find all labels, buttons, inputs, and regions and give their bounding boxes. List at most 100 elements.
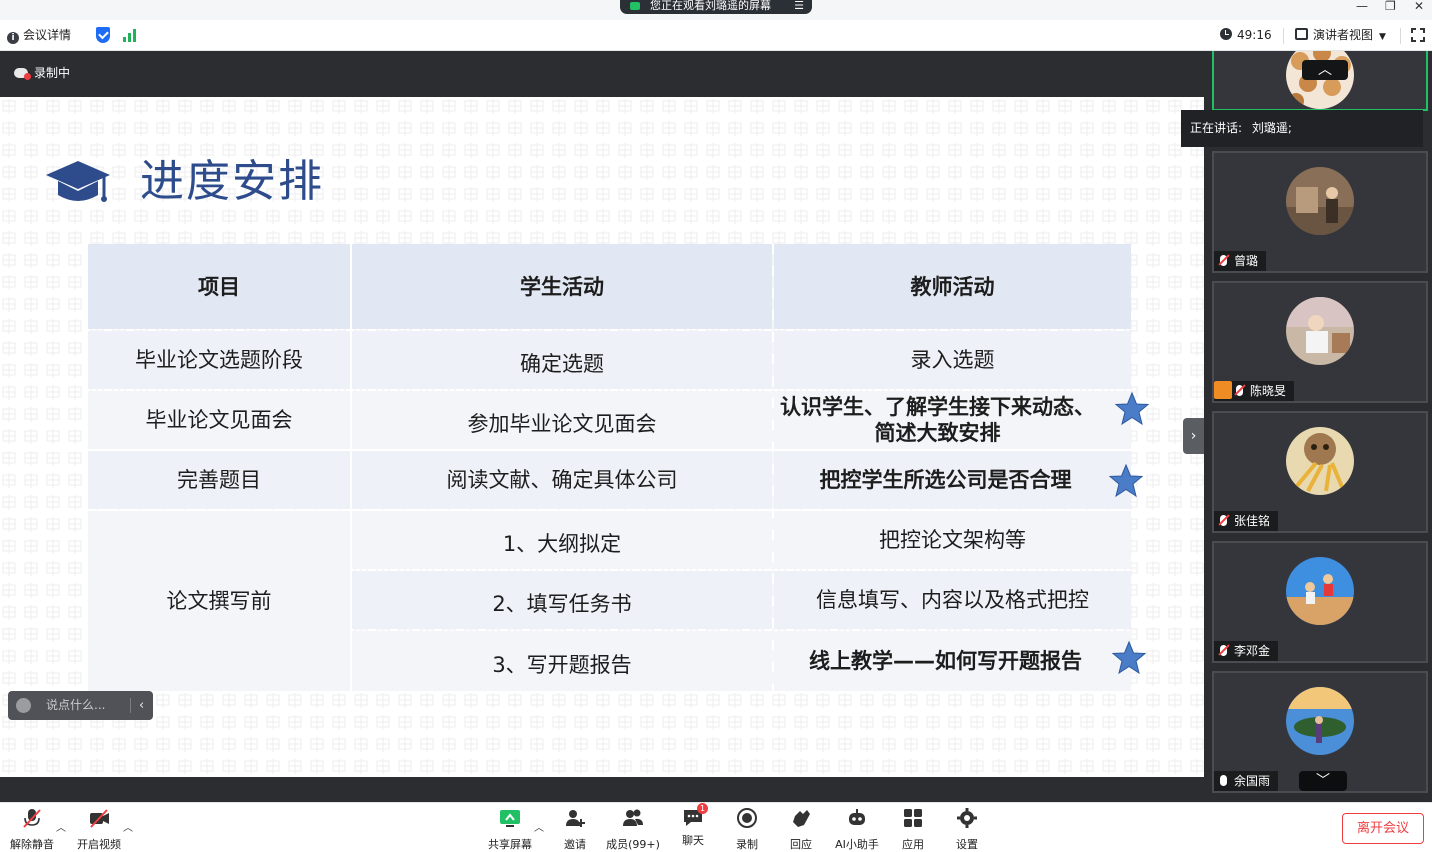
chat-quick-input[interactable]: 说点什么... ‹: [8, 691, 153, 720]
start-video-label: 开启视频: [77, 838, 121, 851]
clap-icon: [793, 810, 810, 827]
share-screen-label: 共享屏幕: [488, 838, 532, 851]
record-icon: [737, 808, 757, 828]
ai-assistant-label: AI小助手: [835, 838, 879, 851]
chevron-up-icon[interactable]: ︿: [56, 819, 66, 834]
participant-tile[interactable]: 陈晓旻: [1212, 281, 1428, 403]
table-cell: 把控学生所选公司是否合理: [774, 451, 1131, 509]
participant-name-tag: 曾璐: [1214, 251, 1267, 271]
participant-name-tag: 张佳铭: [1214, 511, 1279, 531]
cloud-record-icon: [14, 68, 31, 80]
meeting-details-label: 会议详情: [23, 28, 72, 42]
meeting-window: 您正在观看刘璐遥的屏幕 ☰ — ❐ ✕ i 会议详情 49:16 演讲者视图 ▼ 录…: [0, 0, 1432, 852]
apps-label: 应用: [902, 838, 924, 851]
speaker-view-icon: [1295, 28, 1308, 40]
robot-icon: [849, 809, 865, 825]
minimize-icon[interactable]: —: [1356, 0, 1368, 12]
camera-off-icon: [90, 809, 109, 828]
participant-tile[interactable]: 曾璐: [1212, 151, 1428, 273]
star-icon: [1108, 463, 1144, 498]
avatar: [1286, 167, 1354, 235]
recording-bar: 录制中: [0, 51, 1204, 97]
star-icon: [1114, 391, 1150, 426]
schedule-table: 项目 学生活动 教师活动 毕业论文选题阶段 确定选题 录入选题 毕业论文见面会 …: [88, 244, 1131, 694]
chevron-left-icon[interactable]: ‹: [139, 691, 144, 720]
participant-name-tag: 李邓金: [1214, 641, 1279, 661]
chat-label: 聊天: [682, 834, 704, 847]
settings-label: 设置: [956, 838, 978, 851]
mic-icon: [1220, 775, 1227, 786]
apps-button[interactable]: 应用: [883, 807, 943, 851]
table-cell: 论文撰写前: [88, 511, 350, 691]
record-button[interactable]: 录制: [717, 807, 777, 851]
speaking-name: 刘璐遥;: [1251, 121, 1292, 135]
unmute-label: 解除静音: [10, 838, 54, 851]
chat-icon: 1: [682, 803, 708, 829]
scroll-up-button[interactable]: ︿: [1302, 60, 1348, 80]
participant-tile[interactable]: 李邓金: [1212, 541, 1428, 663]
members-button[interactable]: 成员(99+): [603, 807, 663, 851]
recording-indicator[interactable]: 录制中: [14, 65, 70, 81]
chat-placeholder: 说点什么...: [46, 698, 106, 712]
invite-button[interactable]: 邀请: [545, 807, 605, 851]
participant-tile[interactable]: 张佳铭: [1212, 411, 1428, 533]
table-cell: 确定选题: [352, 331, 772, 389]
close-icon[interactable]: ✕: [1414, 0, 1424, 12]
table-cell: 阅读文献、确定具体公司: [352, 451, 772, 509]
chevron-down-icon: ▼: [1379, 32, 1386, 42]
chat-button[interactable]: 1 聊天: [663, 803, 723, 851]
ai-assistant-button[interactable]: AI小助手: [827, 807, 887, 851]
presentation-slide: 进度安排 项目 学生活动 教师活动 毕业论文选题阶段 确定选题 录入选题 毕业论…: [0, 97, 1204, 777]
participant-name-tag: 陈晓旻: [1214, 381, 1295, 401]
scroll-down-button[interactable]: ﹀: [1299, 771, 1347, 791]
mic-muted-icon: [1220, 645, 1227, 656]
avatar: [1286, 427, 1354, 495]
star-icon: [1111, 640, 1147, 675]
table-header-cell: 教师活动: [774, 244, 1131, 329]
add-user-icon: [566, 810, 585, 827]
participant-name: 张佳铭: [1234, 514, 1271, 528]
share-status-icon: [630, 2, 640, 10]
avatar: [1286, 557, 1354, 625]
chat-unread-badge: 1: [697, 803, 708, 814]
table-cell: 参加毕业论文见面会: [352, 391, 772, 449]
unmute-button[interactable]: 解除静音: [2, 807, 62, 851]
restore-icon[interactable]: ❐: [1385, 0, 1396, 12]
fullscreen-icon[interactable]: [1410, 27, 1426, 43]
user-icon: [1214, 381, 1232, 399]
table-cell: 3、写开题报告: [352, 631, 772, 691]
table-cell: 认识学生、了解学生接下来动态、简述大致安排: [774, 391, 1131, 449]
clock-icon: [1220, 28, 1232, 40]
menu-icon[interactable]: ☰: [794, 0, 804, 12]
divider: [130, 698, 131, 713]
table-header-cell: 项目: [88, 244, 350, 329]
share-screen-icon: [500, 810, 520, 827]
view-mode-dropdown[interactable]: 演讲者视图 ▼: [1295, 26, 1386, 46]
info-icon: i: [7, 32, 19, 44]
security-shield-icon[interactable]: [96, 27, 110, 43]
avatar: [1286, 297, 1354, 365]
chevron-up-icon[interactable]: ︿: [534, 819, 544, 834]
shared-screen-area: 录制中 进度安排 项目 学生活动 教师活动 毕业论文选题阶段 确定选题 录入选题…: [0, 51, 1204, 802]
table-header-cell: 学生活动: [352, 244, 772, 329]
start-video-button[interactable]: 开启视频: [69, 807, 129, 851]
table-cell: 2、填写任务书: [352, 571, 772, 629]
reactions-button[interactable]: 回应: [771, 807, 831, 851]
emoji-icon[interactable]: [16, 698, 31, 713]
mic-muted-icon: [23, 809, 41, 828]
timer-text: 49:16: [1237, 28, 1272, 42]
screen-share-banner[interactable]: 您正在观看刘璐遥的屏幕 ☰: [620, 0, 812, 14]
collapse-panel-button[interactable]: ›: [1183, 418, 1204, 454]
share-screen-button[interactable]: 共享屏幕: [480, 807, 540, 851]
window-title-strip: 您正在观看刘璐遥的屏幕 ☰ — ❐ ✕: [0, 0, 1432, 20]
network-signal-icon[interactable]: [123, 28, 139, 42]
divider: [1283, 28, 1284, 44]
settings-button[interactable]: 设置: [937, 807, 997, 851]
table-cell: 把控论文架构等: [774, 511, 1131, 569]
mic-muted-icon: [1220, 515, 1227, 526]
chevron-up-icon[interactable]: ︿: [123, 819, 133, 834]
leave-meeting-button[interactable]: 离开会议: [1342, 813, 1424, 844]
meeting-details-button[interactable]: i 会议详情: [7, 26, 71, 44]
participant-name: 余国雨: [1234, 774, 1271, 788]
table-cell: 信息填写、内容以及格式把控: [774, 571, 1131, 629]
